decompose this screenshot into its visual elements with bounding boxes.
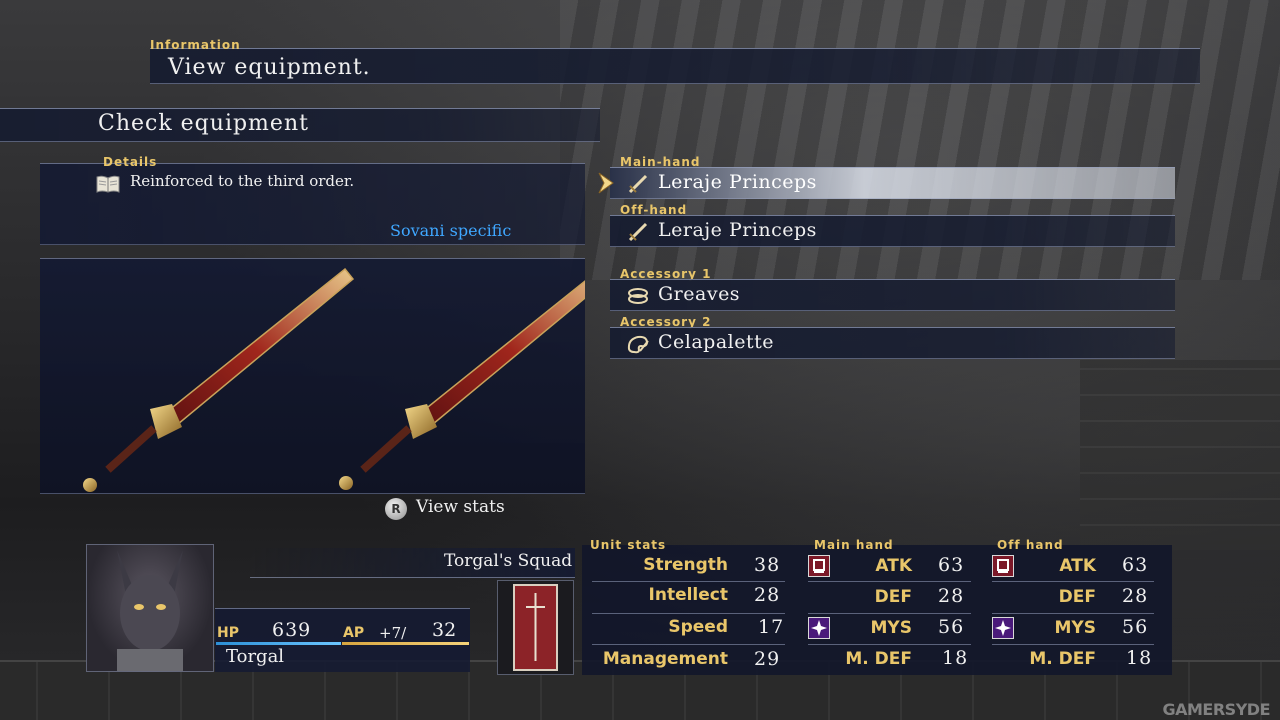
ap-label: AP	[343, 625, 365, 641]
hp-bar	[216, 642, 341, 645]
item-restriction: Sovani specific	[390, 221, 512, 240]
slot-item-main-hand[interactable]: Leraje Princeps	[658, 171, 817, 193]
information-label: Information	[150, 38, 241, 52]
stat-value-strength: 38	[754, 554, 781, 576]
off-mys-value: 56	[1122, 616, 1149, 638]
main-mdef-name: M. DEF	[845, 649, 912, 669]
stat-name-speed: Speed	[668, 617, 728, 637]
slot-item-accessory-2[interactable]: Celapalette	[658, 331, 774, 353]
sword-icon	[628, 222, 648, 242]
off-atk-name: ATK	[1059, 556, 1096, 576]
hp-value: 639	[272, 619, 312, 641]
ap-bar	[342, 642, 469, 645]
banner-art	[513, 584, 558, 671]
sword-main-hand-icon	[83, 267, 355, 492]
view-stats-label[interactable]: View stats	[416, 497, 505, 517]
stat-value-speed: 17	[758, 616, 785, 638]
stat-value-intellect: 28	[754, 584, 781, 606]
off-mys-name: MYS	[1054, 618, 1096, 638]
row-divider	[992, 613, 1154, 614]
book-icon	[96, 175, 120, 193]
selection-cursor-icon	[598, 172, 614, 194]
main-mys-name: MYS	[870, 618, 912, 638]
palette-icon	[627, 335, 649, 354]
off-hand-stats-label: Off hand	[997, 538, 1064, 552]
r-button-icon[interactable]: R	[385, 498, 407, 520]
row-divider	[808, 644, 971, 645]
off-def-value: 28	[1122, 585, 1149, 607]
greaves-icon	[628, 288, 648, 304]
row-divider	[808, 613, 971, 614]
mys-badge-icon	[992, 617, 1014, 639]
mys-badge-icon	[808, 617, 830, 639]
ap-value: 32	[432, 619, 457, 641]
stat-name-management: Management	[602, 649, 728, 669]
watermark: GAMERSYDE	[1162, 700, 1270, 719]
character-portrait	[86, 544, 214, 672]
screen-title: Check equipment	[98, 111, 309, 136]
main-mys-value: 56	[938, 616, 965, 638]
main-mdef-value: 18	[942, 647, 969, 669]
row-divider	[592, 581, 785, 582]
row-divider	[992, 581, 1154, 582]
stat-name-strength: Strength	[643, 555, 728, 575]
off-mdef-name: M. DEF	[1029, 649, 1096, 669]
slot-item-off-hand[interactable]: Leraje Princeps	[658, 219, 817, 241]
item-description: Reinforced to the third order.	[130, 172, 355, 190]
crates	[1080, 360, 1280, 550]
main-def-value: 28	[938, 585, 965, 607]
squad-banner	[497, 580, 574, 675]
atk-badge-icon	[992, 555, 1014, 577]
main-atk-value: 63	[938, 554, 965, 576]
off-def-name: DEF	[1058, 587, 1096, 607]
stat-value-management: 29	[754, 648, 781, 670]
sword-off-hand-icon	[339, 267, 610, 490]
squad-name: Torgal's Squad	[444, 551, 573, 571]
details-label: Details	[103, 155, 158, 169]
off-mdef-value: 18	[1126, 647, 1153, 669]
off-atk-value: 63	[1122, 554, 1149, 576]
unit-name: Torgal	[226, 646, 285, 667]
ap-bonus: +7/	[379, 624, 407, 642]
row-divider	[808, 581, 971, 582]
main-def-name: DEF	[874, 587, 912, 607]
unit-stats-label: Unit stats	[590, 538, 667, 552]
stat-name-intellect: Intellect	[648, 585, 728, 605]
atk-badge-icon	[808, 555, 830, 577]
main-hand-stats-label: Main hand	[814, 538, 894, 552]
weapon-preview-art	[83, 267, 610, 492]
portrait-art	[117, 550, 183, 671]
row-divider	[592, 644, 785, 645]
row-divider	[992, 644, 1154, 645]
information-text: View equipment.	[168, 55, 371, 80]
row-divider	[592, 613, 785, 614]
main-atk-name: ATK	[875, 556, 912, 576]
weapon-preview-panel	[40, 258, 610, 494]
slot-item-accessory-1[interactable]: Greaves	[658, 283, 740, 305]
sword-icon	[628, 174, 648, 194]
hp-label: HP	[217, 625, 239, 641]
